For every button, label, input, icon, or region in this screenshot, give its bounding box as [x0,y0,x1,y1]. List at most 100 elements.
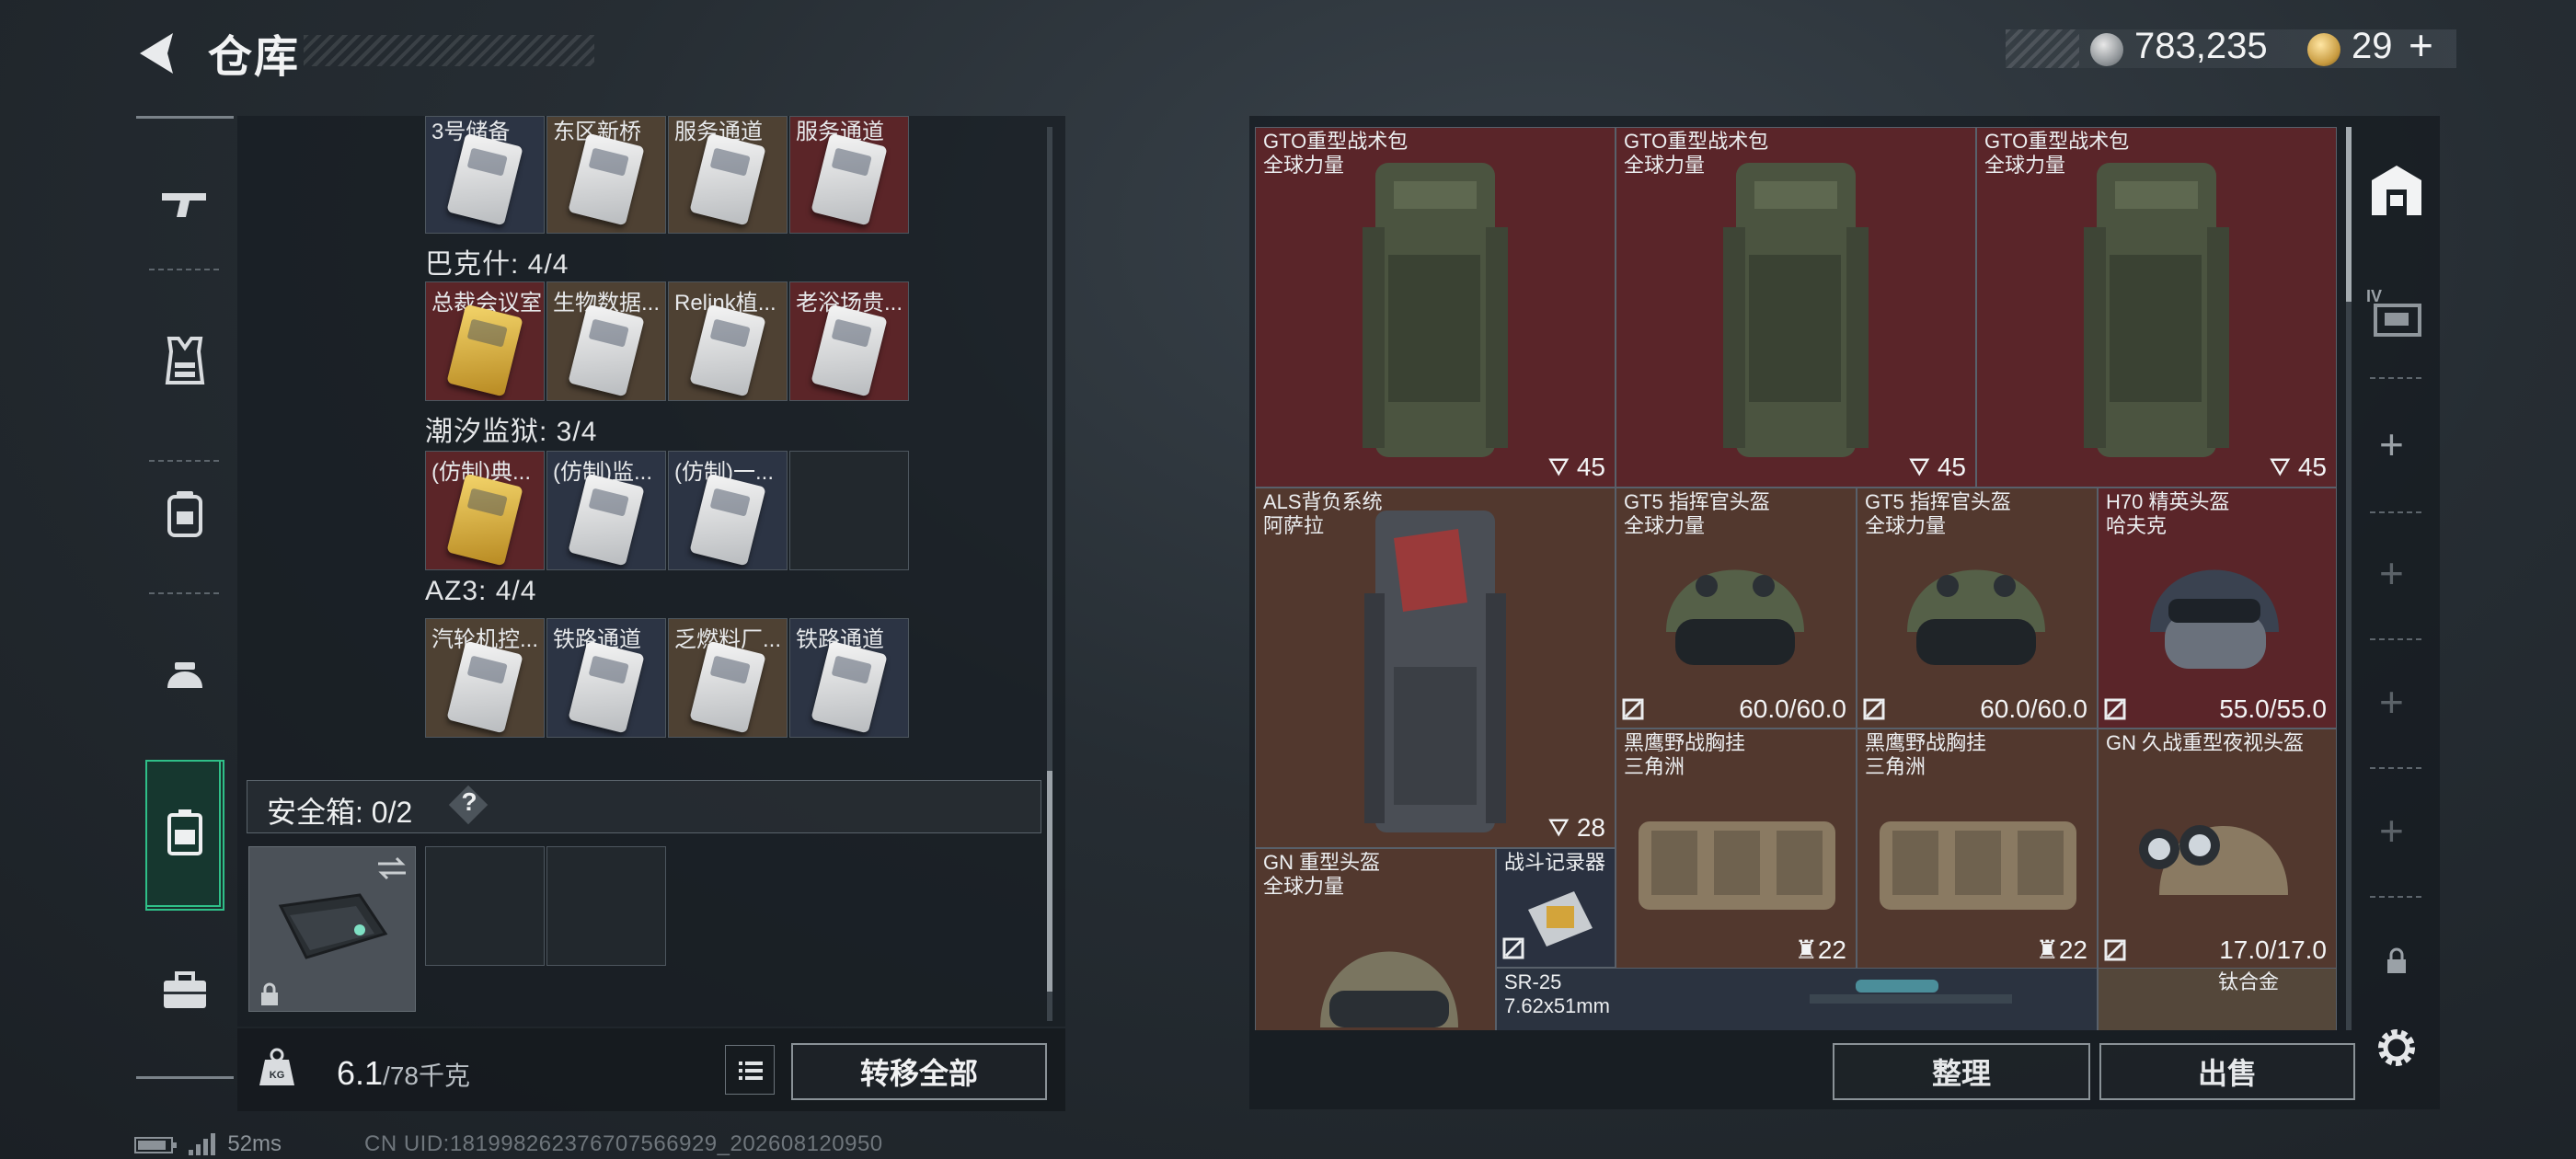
keycard-slot[interactable]: 东区新桥 [546,116,666,234]
weight-readout: 6.1/78千克 [337,1054,470,1093]
item-helmet[interactable]: GN 久战重型夜视头盔 17.0/17.0 [2098,729,2337,970]
keycard-slot-empty[interactable] [789,451,909,570]
keycard-slot[interactable]: Relink植... [668,281,788,401]
keycard-slot[interactable]: (仿制)监... [546,451,666,570]
battery-icon [134,1136,177,1153]
vest-icon[interactable] [162,335,208,386]
gold-amount: 29 [2352,26,2393,66]
item-chest-rig[interactable]: 黑鹰野战胸挂 三角洲 ♜22 [1616,729,1857,970]
list-view-button[interactable] [725,1045,775,1095]
left-scrollbar[interactable] [1047,127,1052,1021]
safebox-container[interactable] [248,846,416,1012]
item-backpack[interactable]: GTO重型战术包 全球力量 ⛛ 45 [1976,127,2337,488]
weight-mark-icon: ⛛ [2269,453,2292,481]
helmet-image [1320,951,1458,1027]
backpack-icon[interactable] [162,488,208,539]
sell-button[interactable]: 出售 [2099,1043,2355,1100]
card-tab-icon [2374,304,2421,337]
tier-iv-tab[interactable]: IV [2366,287,2427,344]
keycard-group-label: AZ3: 4/4 [425,576,537,606]
weight-mark-icon: ⛛ [1547,813,1570,842]
keycard-slot[interactable]: (仿制)一... [668,451,788,570]
inventory-grid: GTO重型战术包 全球力量 ⛛ 45 GTO重型战术包 全球力量 ⛛ 45 GTO重… [1255,127,2337,1030]
helmet-image [1907,569,2045,665]
safe-case-image [278,893,388,959]
briefcase-icon[interactable] [160,971,210,1012]
backpack-image [1363,163,1508,457]
item-backpack[interactable]: ALS背负系统 阿萨拉 ⛛ 28 [1255,488,1616,848]
weight-mark-icon: ⛛ [1908,453,1931,481]
safebox-slot-empty[interactable] [425,846,545,966]
chest-rig-image [1880,821,2076,910]
helmet-image [1666,569,1804,665]
keycard-slot[interactable]: 乏燃料厂... [668,618,788,738]
item-combat-recorder[interactable]: 战斗记录器 [1496,848,1616,968]
stash-tab-icon[interactable] [2366,162,2427,219]
keycard-slot[interactable]: 服务通道 [668,116,788,234]
chest-rig-image [1639,821,1835,910]
lock-icon [2387,947,2406,973]
item-helmet[interactable]: H70 精英头盔 哈夫克 55.0/55.0 [2098,488,2337,729]
add-tab-button[interactable]: + [2379,419,2404,469]
list-icon [739,1061,763,1080]
transfer-all-button[interactable]: 转移全部 [791,1043,1047,1100]
silver-amount: 783,235 [2134,26,2268,66]
item-chest-rig[interactable]: 黑鹰野战胸挂 三角洲 ♜22 [1857,729,2098,970]
right-scrollbar[interactable] [2346,127,2352,1030]
signal-icon [188,1132,215,1155]
keycard-slot[interactable]: 服务通道 [789,116,909,234]
helmet-image [2150,569,2279,669]
sort-button[interactable]: 整理 [1833,1043,2090,1100]
category-nav [136,116,234,1080]
keycard-slot[interactable]: 铁路通道 [546,618,666,738]
gold-coin-icon [2307,33,2340,66]
weight-kg-icon: KG [259,1048,294,1085]
item-titanium[interactable]: 钛合金 [2098,968,2337,1030]
uid-text: CN UID:1819982623767075669​29_2026081209… [364,1131,883,1156]
title-decoration [304,35,594,66]
weight-mark-icon: ⛛ [1547,453,1570,481]
keycard-slot[interactable]: 汽轮机控... [425,618,545,738]
add-currency-button[interactable]: + [2409,20,2433,70]
add-tab-button[interactable]: + [2379,548,2404,598]
vest-mark-icon: ♜ [2035,935,2059,964]
keycard-slot[interactable]: 总裁会议室 [425,281,545,401]
swap-icon[interactable] [374,853,409,884]
add-tab-button[interactable]: + [2379,677,2404,727]
item-backpack[interactable]: GTO重型战术包 全球力量 ⛛ 45 [1255,127,1616,488]
weapons-icon[interactable] [158,180,213,226]
item-helmet[interactable]: GT5 指挥官头盔 全球力量 60.0/60.0 [1616,488,1857,729]
keycard-slot[interactable]: 生物数据... [546,281,666,401]
case-icon[interactable] [162,806,208,857]
backpack-image [1364,511,1506,832]
item-backpack[interactable]: GTO重型战术包 全球力量 ⛛ 45 [1616,127,1976,488]
rifle-image [1810,980,2012,1004]
vest-mark-icon: ♜ [1794,935,1818,964]
back-arrow-icon[interactable] [131,28,182,79]
helmet-image [2139,825,2288,895]
safebox-label: 安全箱: 0/2 [267,796,413,829]
durability-icon [1502,937,1524,959]
durability-icon [1863,698,1885,720]
item-helmet[interactable]: GN 重型头盔 全球力量 [1255,848,1496,1030]
keycard-slot[interactable]: 铁路通道 [789,618,909,738]
safebox-slot-empty[interactable] [546,846,666,966]
keycard-slot[interactable]: 老浴场贵... [789,281,909,401]
add-tab-button[interactable]: + [2379,806,2404,855]
keycard-slot[interactable]: 3号储备 [425,116,545,234]
durability-icon [1622,698,1644,720]
item-helmet[interactable]: GT5 指挥官头盔 全球力量 60.0/60.0 [1857,488,2098,729]
recorder-image [1528,891,1593,947]
silver-coin-icon [2090,33,2123,66]
keycard-group-label: 潮汐监狱: 3/4 [425,417,598,447]
weight-current: 6.1 [337,1054,384,1092]
helmet-icon[interactable] [162,653,208,699]
durability-icon [2104,939,2126,961]
page-title: 仓库 [208,33,301,82]
help-icon-glyph: ? [461,787,477,816]
gear-icon[interactable] [2372,1023,2421,1073]
ping-text: 52ms [227,1131,282,1156]
durability-icon [2104,698,2126,720]
keycard-slot[interactable]: (仿制)典... [425,451,545,570]
item-rifle[interactable]: SR-25 7.62x51mm [1496,968,2098,1030]
